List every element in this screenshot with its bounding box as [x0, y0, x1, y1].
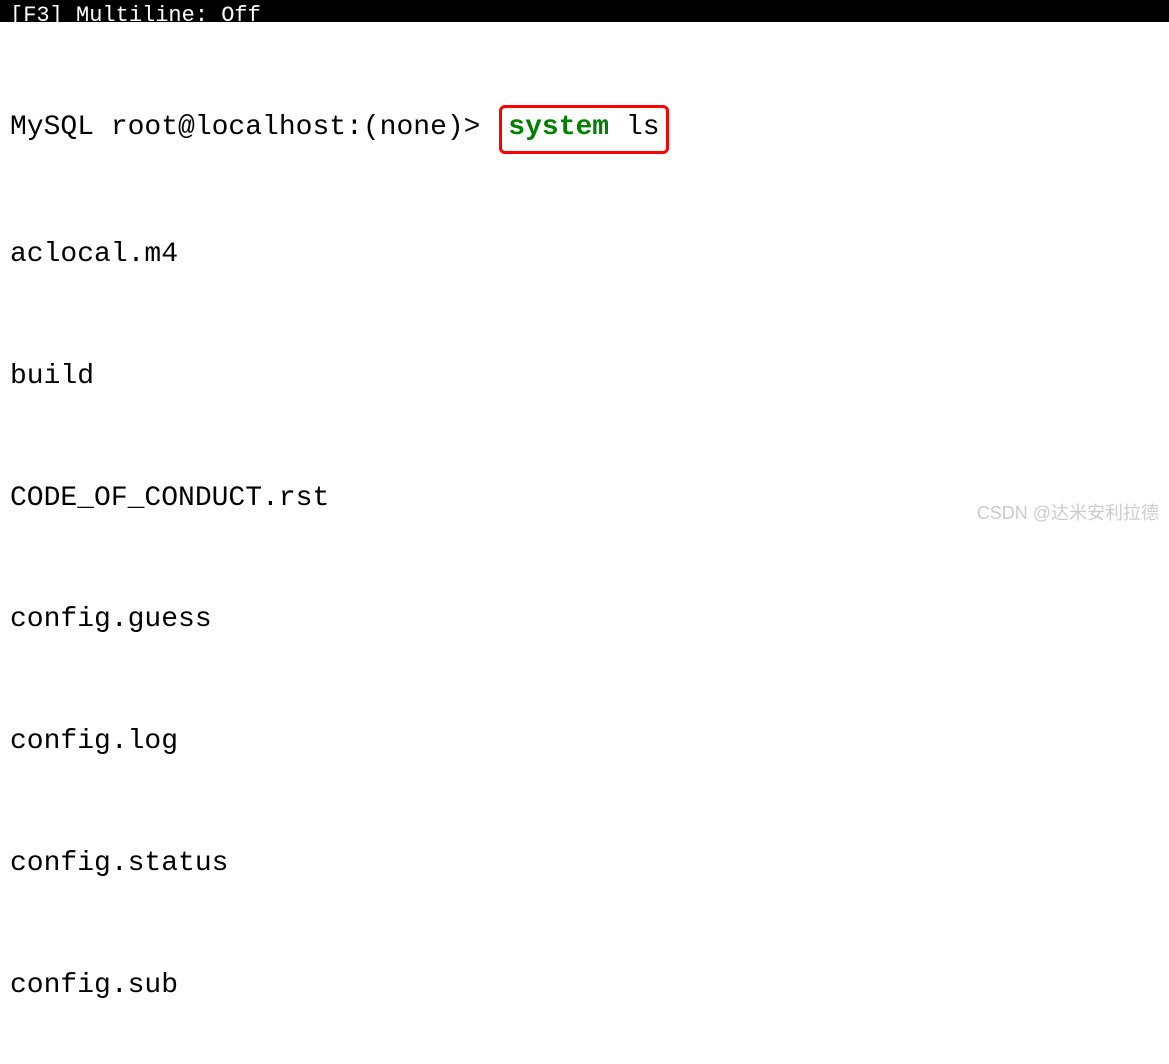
top-status-bar: [F3] Multiline: Off: [0, 0, 1169, 22]
output-line: build: [10, 357, 1159, 398]
terminal-area[interactable]: MySQL root@localhost:(none)> system ls a…: [0, 22, 1169, 1064]
top-status-text: [F3] Multiline: Off: [10, 3, 261, 22]
prompt-line: MySQL root@localhost:(none)> system ls: [10, 105, 1159, 154]
output-line: config.status: [10, 844, 1159, 885]
command-highlight-box: system ls: [499, 105, 668, 154]
output-line: config.log: [10, 722, 1159, 763]
output-line: config.sub: [10, 966, 1159, 1007]
command-argument: ls: [609, 112, 659, 143]
watermark-text: CSDN @达米安利拉德: [977, 500, 1159, 526]
output-line: aclocal.m4: [10, 235, 1159, 276]
output-line: config.guess: [10, 600, 1159, 641]
system-keyword: system: [508, 112, 609, 143]
mysql-prompt: MySQL root@localhost:(none)>: [10, 112, 497, 143]
